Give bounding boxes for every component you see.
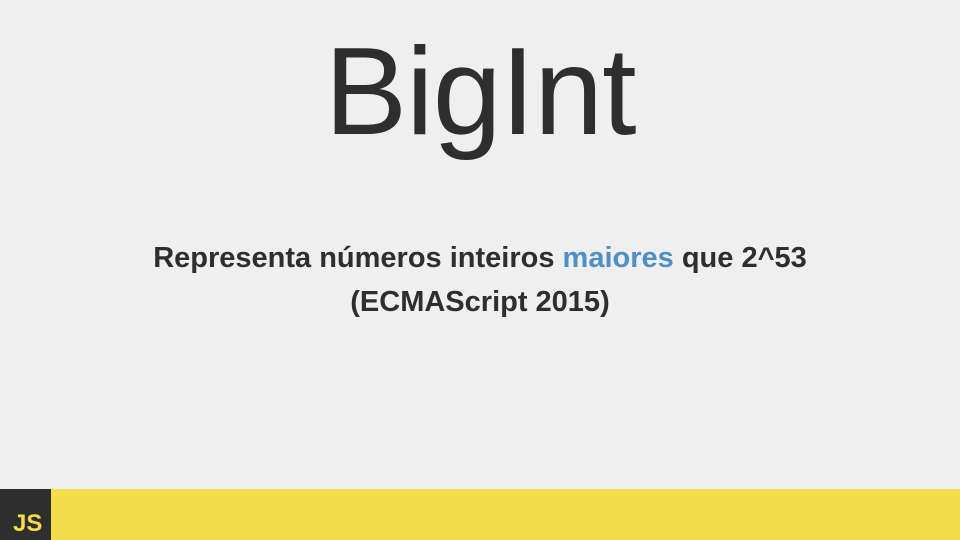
body-highlight-word: maiores [562,242,674,274]
js-logo-badge: JS [0,489,51,540]
body-line1-prefix: Representa números inteiros [153,242,563,274]
footer-bar [0,489,960,540]
body-line2: (ECMAScript 2015) [350,286,610,318]
js-logo-text: JS [13,510,43,537]
slide-title: BigInt [324,23,636,161]
slide-body: Representa números inteiros maiores que … [0,236,960,324]
slide: BigInt Representa números inteiros maior… [0,0,960,540]
body-line1-suffix: que 2^53 [673,242,807,274]
